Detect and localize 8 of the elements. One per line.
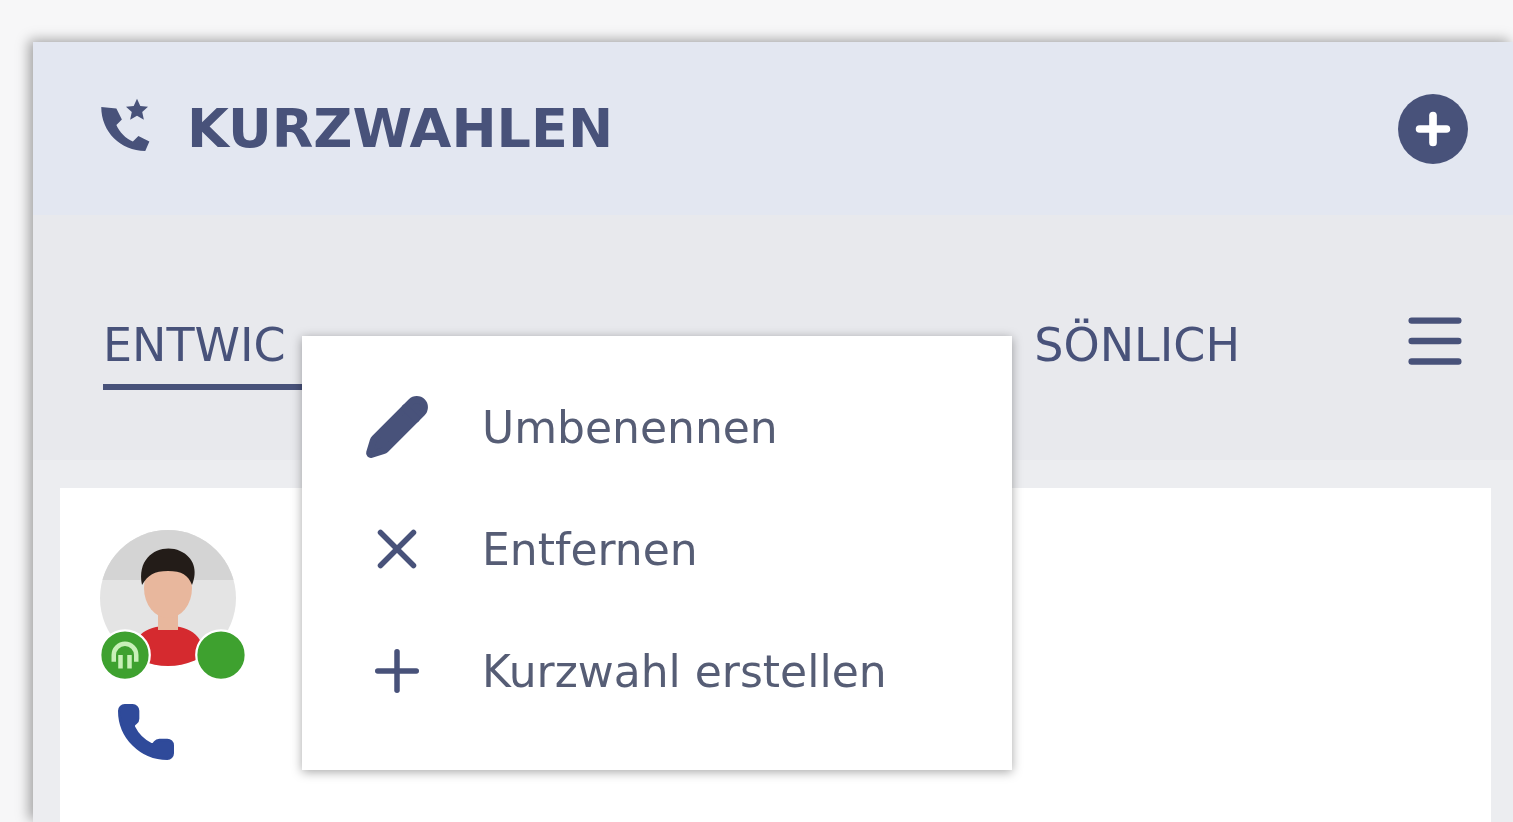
headset-icon xyxy=(98,628,152,682)
status-dot-icon xyxy=(194,628,248,682)
panel-title: KURZWAHLEN xyxy=(187,97,615,160)
menu-item[interactable]: Kurzwahl erstellen xyxy=(364,638,1012,704)
tab[interactable]: SÖNLICH xyxy=(1034,318,1240,390)
menu-item[interactable]: Entfernen xyxy=(364,516,1012,582)
pencil-icon xyxy=(364,394,430,460)
menu-item[interactable]: Umbenennen xyxy=(364,394,1012,460)
